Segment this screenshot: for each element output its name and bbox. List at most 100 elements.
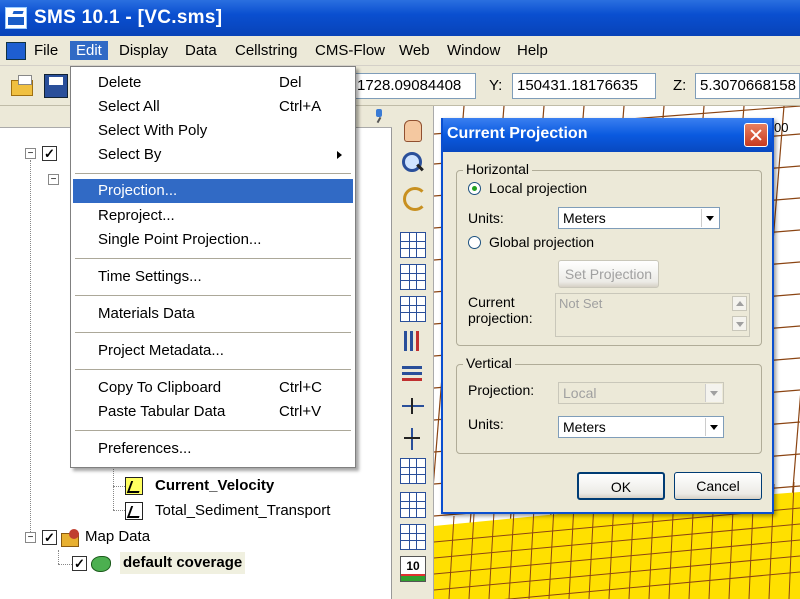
close-icon[interactable] — [744, 123, 768, 147]
menu-cms-flow[interactable]: CMS-Flow — [309, 41, 391, 60]
tree-item-default-coverage[interactable]: ✓ default coverage — [72, 552, 272, 574]
chevron-down-icon — [701, 209, 718, 227]
menu-file[interactable]: File — [28, 41, 64, 60]
menu-item-label: Paste Tabular Data — [98, 403, 226, 420]
zoom-icon[interactable] — [400, 150, 426, 176]
menu-item-label: Materials Data — [98, 305, 195, 322]
menu-item-reproject[interactable]: Reproject... — [73, 204, 353, 228]
horizontal-units-select[interactable]: Meters — [558, 207, 720, 229]
chevron-down-icon — [705, 418, 722, 436]
menu-separator — [75, 295, 351, 296]
chevron-down-icon — [705, 384, 722, 402]
vertical-units-select[interactable]: Meters — [558, 416, 724, 438]
menu-item-preferences[interactable]: Preferences... — [73, 437, 353, 461]
current-projection-value: Not Set — [559, 296, 603, 311]
pin-icon[interactable] — [372, 109, 386, 123]
row-tool-icon[interactable] — [400, 360, 426, 386]
menu-item-select-by[interactable]: Select By — [73, 143, 353, 167]
save-icon[interactable] — [44, 74, 68, 98]
menu-item-paste-tabular-data[interactable]: Paste Tabular Data Ctrl+V — [73, 400, 353, 424]
map-data-icon — [61, 529, 81, 547]
tree-item-label: Total_Sediment_Transport — [155, 502, 331, 519]
menu-separator — [75, 430, 351, 431]
menu-separator — [75, 173, 351, 174]
refine-cells-icon[interactable] — [400, 492, 426, 518]
menu-item-projection[interactable]: Projection... — [73, 179, 353, 203]
merge-cells-icon[interactable] — [400, 458, 426, 484]
menu-separator — [75, 258, 351, 259]
tree-checkbox-map-data[interactable]: ✓ — [42, 530, 57, 545]
tree-expander-child[interactable]: − — [48, 174, 59, 185]
select-value: Local — [563, 385, 597, 401]
menu-item-label: Projection... — [98, 182, 178, 199]
column-tool-icon[interactable] — [400, 328, 426, 354]
grid-frame-icon[interactable] — [400, 524, 426, 550]
menu-item-label: Select All — [98, 98, 160, 115]
scroll-up-icon — [732, 296, 747, 311]
menu-item-time-settings[interactable]: Time Settings... — [73, 265, 353, 289]
tree-line — [58, 564, 72, 565]
menu-display[interactable]: Display — [113, 41, 174, 60]
menu-item-copy-to-clipboard[interactable]: Copy To Clipboard Ctrl+C — [73, 376, 353, 400]
submenu-arrow-icon — [337, 151, 342, 159]
menu-window[interactable]: Window — [441, 41, 506, 60]
tree-checkbox-root[interactable]: ✓ — [42, 146, 57, 161]
current-projection-label-2: projection: — [468, 310, 533, 326]
menu-item-shortcut: Ctrl+C — [279, 379, 322, 396]
menu-item-single-point-projection[interactable]: Single Point Projection... — [73, 228, 353, 252]
tree-item-map-data[interactable]: − ✓ Map Data — [25, 526, 225, 548]
window-title: SMS 10.1 - [VC.sms] — [34, 7, 223, 28]
menu-cellstring[interactable]: Cellstring — [229, 41, 304, 60]
menu-item-label: Project Metadata... — [98, 342, 224, 359]
menu-separator — [75, 369, 351, 370]
select-row-icon[interactable] — [400, 264, 426, 290]
ok-button[interactable]: OK — [577, 472, 665, 500]
select-column-icon[interactable] — [400, 296, 426, 322]
select-cell-icon[interactable] — [400, 232, 426, 258]
window-titlebar: SMS 10.1 - [VC.sms] — [0, 0, 800, 36]
local-projection-radio[interactable] — [468, 182, 481, 195]
menu-item-delete[interactable]: Delete Del — [73, 71, 353, 95]
dialog-title: Current Projection — [447, 125, 588, 142]
tree-checkbox-default-coverage[interactable]: ✓ — [72, 556, 87, 571]
dataset-icon — [125, 477, 143, 495]
contour-options-icon[interactable]: 10 — [400, 556, 426, 582]
menu-item-label: Single Point Projection... — [98, 231, 262, 248]
menu-item-label: Time Settings... — [98, 268, 202, 285]
y-coordinate-label: Y: — [489, 77, 503, 94]
coverage-icon — [91, 554, 111, 572]
menu-item-select-all[interactable]: Select All Ctrl+A — [73, 95, 353, 119]
x-coordinate-field[interactable]: 1728.09084408 — [352, 73, 476, 99]
menu-help[interactable]: Help — [511, 41, 554, 60]
menu-item-select-with-poly[interactable]: Select With Poly — [73, 119, 353, 143]
tree-item-label: Map Data — [85, 528, 151, 545]
menu-data[interactable]: Data — [179, 41, 223, 60]
menu-web[interactable]: Web — [393, 41, 436, 60]
menu-item-label: Select By — [98, 146, 162, 163]
document-system-icon[interactable] — [6, 42, 26, 60]
z-coordinate-field[interactable]: 5.3070668158 — [695, 73, 800, 99]
current-projection-label-1: Current — [468, 294, 515, 310]
y-coordinate-field[interactable]: 150431.18176635 — [512, 73, 656, 99]
menubar: File Edit Display Data Cellstring CMS-Fl… — [0, 36, 800, 66]
menu-edit[interactable]: Edit — [70, 41, 108, 60]
menu-item-materials-data[interactable]: Materials Data — [73, 302, 353, 326]
global-projection-radio[interactable] — [468, 236, 481, 249]
rotate-icon[interactable] — [400, 184, 427, 211]
menu-item-project-metadata[interactable]: Project Metadata... — [73, 339, 353, 363]
dialog-titlebar[interactable]: Current Projection — [443, 118, 772, 152]
vertical-projection-select[interactable]: Local — [558, 382, 724, 404]
split-vertical-icon[interactable] — [400, 426, 426, 452]
tree-item-label: default coverage — [120, 552, 246, 574]
split-horizontal-icon[interactable] — [400, 394, 426, 420]
pan-icon[interactable] — [400, 118, 426, 144]
current-projection-dialog: Current Projection Horizontal Local proj… — [441, 118, 774, 514]
menu-separator — [75, 332, 351, 333]
scroll-down-icon — [732, 316, 747, 331]
tree-expander-root[interactable]: − — [25, 148, 36, 159]
tree-expander-map-data[interactable]: − — [25, 532, 36, 543]
set-projection-button[interactable]: Set Projection — [558, 260, 659, 288]
cancel-button[interactable]: Cancel — [674, 472, 762, 500]
open-icon[interactable] — [10, 74, 34, 98]
z-coordinate-label: Z: — [673, 77, 687, 94]
